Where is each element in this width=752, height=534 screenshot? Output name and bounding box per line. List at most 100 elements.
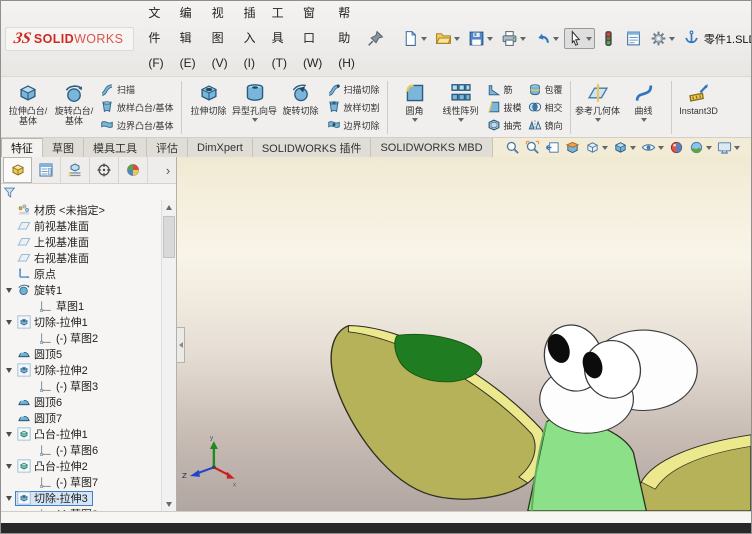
zoom-area-button[interactable]: [523, 140, 542, 155]
boundary-button[interactable]: 边界凸台/基体: [100, 117, 174, 133]
tree-item-content[interactable]: 圆顶5: [15, 347, 67, 362]
tree-item-origin[interactable]: 原点: [1, 266, 160, 282]
tree-item-front-plane[interactable]: 前视基准面: [1, 218, 160, 234]
instant3d-button[interactable]: Instant3D: [676, 79, 722, 136]
panel-flyout-arrow[interactable]: ›: [160, 157, 176, 183]
propertymanager-tab[interactable]: [32, 157, 61, 183]
dropdown-caret-icon[interactable]: [486, 36, 493, 41]
dimxpertmanager-tab[interactable]: [90, 157, 119, 183]
dropdown-caret-icon[interactable]: [640, 118, 647, 122]
tree-item-revolve1[interactable]: 旋转1: [1, 282, 160, 298]
tab-sketch[interactable]: 草图: [43, 138, 84, 157]
dropdown-caret-icon[interactable]: [601, 145, 608, 150]
tree-scrollbar[interactable]: [161, 200, 176, 511]
new-document-button[interactable]: [399, 28, 430, 49]
boundary-cut-button[interactable]: 边界切除: [327, 117, 380, 133]
print-button[interactable]: [498, 28, 529, 49]
section-view-button[interactable]: [563, 140, 582, 155]
expand-arrow-icon[interactable]: [3, 463, 15, 469]
dropdown-caret-icon[interactable]: [585, 36, 592, 41]
tree-item-content[interactable]: 上视基准面: [15, 235, 94, 250]
featuremanager-tab[interactable]: [3, 157, 32, 183]
scroll-thumb[interactable]: [163, 216, 175, 258]
tree-item-dome6[interactable]: 圆顶6: [1, 394, 160, 410]
tree-item-sketch1[interactable]: 草图1: [1, 298, 160, 314]
save-button[interactable]: [465, 28, 496, 49]
tree-item-content[interactable]: 凸台-拉伸1: [15, 427, 93, 442]
tree-item-sketch2[interactable]: (-) 草图2: [1, 330, 160, 346]
graphics-area[interactable]: y Z x: [177, 157, 751, 511]
hole-wizard-button[interactable]: 异型孔向导: [232, 79, 278, 136]
tree-item-content[interactable]: 切除-拉伸2: [15, 363, 93, 378]
edit-appearance-button[interactable]: [667, 140, 686, 155]
menu-view[interactable]: 视图(V): [204, 1, 236, 76]
tree-item-content[interactable]: 前视基准面: [15, 219, 94, 234]
ref-geometry-button[interactable]: 参考几何体: [575, 79, 621, 136]
hide-show-items-button[interactable]: [639, 140, 666, 155]
dropdown-caret-icon[interactable]: [552, 36, 559, 41]
tree-item-sketch7[interactable]: (-) 草图7: [1, 474, 160, 490]
loft-button[interactable]: 放样凸台/基体: [100, 99, 174, 115]
undo-button[interactable]: [531, 28, 562, 49]
displaymanager-tab[interactable]: [119, 157, 148, 183]
shell-button[interactable]: 抽壳: [487, 117, 522, 133]
tab-mold-tools[interactable]: 模具工具: [84, 138, 147, 157]
previous-view-button[interactable]: [543, 140, 562, 155]
sweep-button[interactable]: 扫描: [100, 82, 174, 98]
expand-arrow-icon[interactable]: [3, 495, 15, 501]
draft-button[interactable]: 拔模: [487, 99, 522, 115]
tab-solidworks-add-ins[interactable]: SOLIDWORKS 插件: [252, 138, 372, 157]
tree-item-content[interactable]: 圆顶7: [15, 411, 67, 426]
tree-item-right-plane[interactable]: 右视基准面: [1, 250, 160, 266]
tab-solidworks-mbd[interactable]: SOLIDWORKS MBD: [371, 138, 493, 157]
tree-item-content[interactable]: (-) 草图7: [37, 475, 103, 490]
tree-item-sketch6[interactable]: (-) 草图6: [1, 442, 160, 458]
dropdown-caret-icon[interactable]: [251, 118, 258, 122]
intersect-button[interactable]: 相交: [528, 99, 563, 115]
menu-file[interactable]: 文件(F): [140, 1, 171, 76]
sweep-cut-button[interactable]: 扫描切除: [327, 82, 380, 98]
display-style-button[interactable]: [611, 140, 638, 155]
dropdown-caret-icon[interactable]: [420, 36, 427, 41]
pin-menu-button[interactable]: [367, 30, 384, 47]
select-button[interactable]: [563, 28, 595, 49]
tree-item-content[interactable]: 切除-拉伸1: [15, 315, 93, 330]
tree-item-cut-extrude1[interactable]: 切除-拉伸1: [1, 314, 160, 330]
tree-item-material[interactable]: 材质 <未指定>: [1, 202, 160, 218]
extrude-cut-button[interactable]: 拉伸切除: [186, 79, 232, 136]
expand-arrow-icon[interactable]: [3, 367, 15, 373]
menu-insert[interactable]: 插入(I): [236, 1, 264, 76]
menu-edit[interactable]: 编辑(E): [172, 1, 204, 76]
tree-item-content[interactable]: 圆顶6: [15, 395, 67, 410]
expand-arrow-icon[interactable]: [3, 287, 15, 293]
menu-help[interactable]: 帮助(H): [330, 1, 363, 76]
fillet-button[interactable]: 圆角: [392, 79, 438, 136]
scroll-down-button[interactable]: [162, 497, 176, 511]
expand-arrow-icon[interactable]: [3, 319, 15, 325]
tree-item-boss-extrude2[interactable]: 凸台-拉伸2: [1, 458, 160, 474]
tree-item-dome7[interactable]: 圆顶7: [1, 410, 160, 426]
menu-window[interactable]: 窗口(W): [295, 1, 330, 76]
tree-item-content[interactable]: 原点: [15, 267, 61, 282]
mirror-button[interactable]: 镜向: [528, 117, 563, 133]
extrude-boss-button[interactable]: 拉伸凸台/基体: [5, 79, 51, 136]
panel-splitter-handle[interactable]: [177, 327, 185, 363]
tree-item-content[interactable]: 草图1: [37, 299, 89, 314]
dropdown-caret-icon[interactable]: [668, 36, 675, 41]
tree-item-top-plane[interactable]: 上视基准面: [1, 234, 160, 250]
configurationmanager-tab[interactable]: [61, 157, 90, 183]
options-button[interactable]: [647, 28, 678, 49]
tab-features[interactable]: 特征: [1, 138, 43, 157]
rib-button[interactable]: 筋: [487, 82, 522, 98]
dropdown-caret-icon[interactable]: [594, 118, 601, 122]
tree-item-content[interactable]: 材质 <未指定>: [15, 203, 110, 218]
view-settings-button[interactable]: [715, 140, 742, 155]
tree-item-content[interactable]: (-) 草图3: [37, 379, 103, 394]
tree-item-content[interactable]: (-) 草图6: [37, 443, 103, 458]
open-button[interactable]: [432, 28, 463, 49]
tree-item-content[interactable]: 旋转1: [15, 283, 67, 298]
file-properties-button[interactable]: [622, 28, 645, 49]
tree-item-sketch3[interactable]: (-) 草图3: [1, 378, 160, 394]
dropdown-caret-icon[interactable]: [457, 118, 464, 122]
anchor-button[interactable]: [680, 28, 703, 49]
